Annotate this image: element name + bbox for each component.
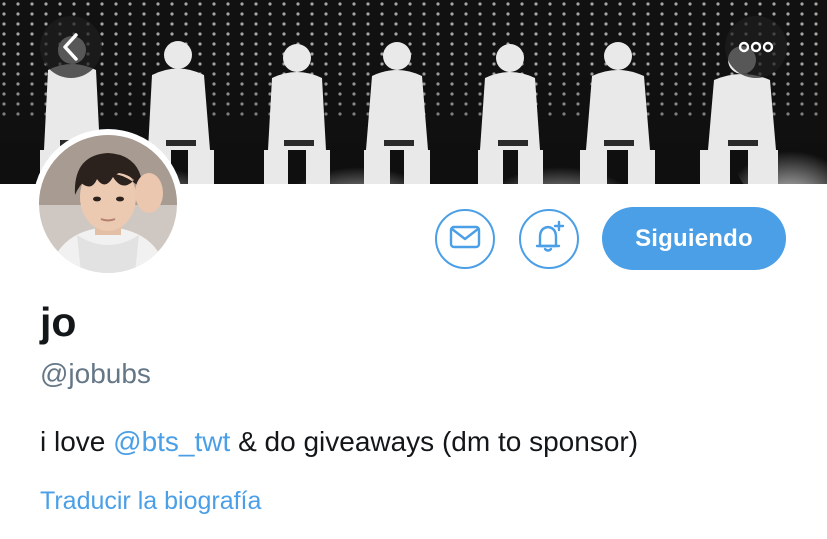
notifications-button[interactable] [519,209,579,269]
bell-plus-icon [531,219,567,260]
profile-avatar[interactable] [33,129,183,279]
bio-mention-link[interactable]: @bts_twt [113,426,230,457]
bio-text-suffix: & do giveaways (dm to sponsor) [230,426,639,457]
avatar-image [39,135,177,273]
profile-page: Siguiendo jo @jobubs i love @bts_twt & d… [0,0,827,539]
more-options-button[interactable] [725,16,787,78]
back-button[interactable] [40,16,102,78]
following-button[interactable]: Siguiendo [602,207,786,270]
bio-text-prefix: i love [40,426,114,457]
display-name: jo [40,299,77,345]
profile-bio: i love @bts_twt & do giveaways (dm to sp… [40,423,638,461]
ellipsis-icon [738,41,774,53]
envelope-icon [449,225,481,254]
chevron-left-icon [58,32,84,62]
username-handle: @jobubs [40,358,151,389]
translate-bio-link[interactable]: Traducir la biografía [40,484,261,518]
message-button[interactable] [435,209,495,269]
